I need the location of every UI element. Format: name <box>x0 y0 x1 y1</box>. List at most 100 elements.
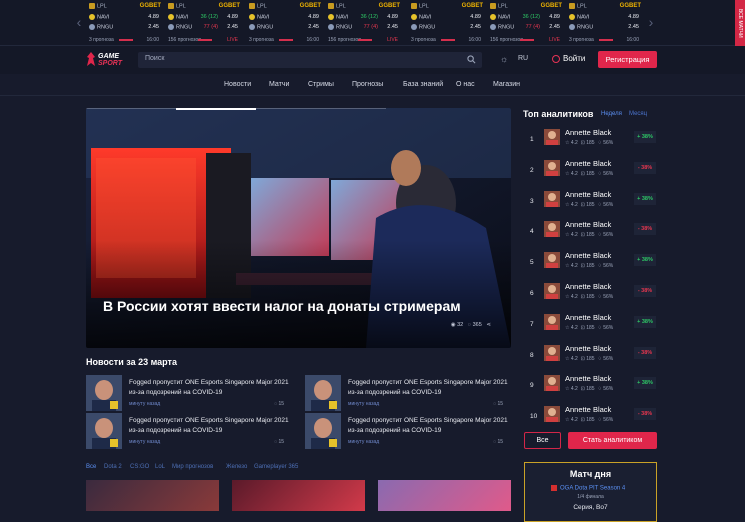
news-item[interactable]: Fogged пропустит ONE Esports Singapore M… <box>86 375 292 411</box>
forecast-count[interactable]: 3 прогноза <box>89 37 114 43</box>
all-matches-tab[interactable]: ВСЕ МАТЧИ <box>735 0 745 46</box>
news-thumbnail[interactable] <box>305 413 341 449</box>
analyst-row[interactable]: 5 Annette Black ☆ 4.2 ⊡ 185 ♢ 56% + 38% <box>524 249 657 276</box>
avatar[interactable] <box>544 313 560 330</box>
analyst-row[interactable]: 1 Annette Black ☆ 4.2 ⊡ 185 ♢ 56% + 38% <box>524 126 657 153</box>
card-image-2[interactable] <box>232 480 365 511</box>
match-card[interactable]: LPL GGBET NAVI 36 (12) 4.89 RNGU 77 (4) 2.45 156… <box>326 2 402 44</box>
analyst-name[interactable]: Annette Black <box>565 159 611 168</box>
tab-month[interactable]: Месяц <box>629 111 647 117</box>
analyst-row[interactable]: 7 Annette Black ☆ 4.2 ⊡ 185 ♢ 56% + 38% <box>524 311 657 338</box>
language-selector[interactable]: RU <box>518 55 528 62</box>
avatar[interactable] <box>544 159 560 176</box>
avatar[interactable] <box>544 406 560 423</box>
analyst-row[interactable]: 8 Annette Black ☆ 4.2 ⊡ 185 ♢ 56% - 38% <box>524 342 657 369</box>
forecast-count[interactable]: 156 прогнозов <box>490 37 523 43</box>
tab-hardware[interactable]: Железо <box>226 464 247 470</box>
card-image-3[interactable] <box>378 480 511 511</box>
analyst-name[interactable]: Annette Black <box>565 128 611 137</box>
bookmaker-logo[interactable]: GGBET <box>219 3 240 9</box>
tab-dota[interactable]: Dota 2 <box>104 464 122 470</box>
analyst-name[interactable]: Annette Black <box>565 405 611 414</box>
tab-lol[interactable]: LoL <box>155 464 165 470</box>
news-thumbnail[interactable] <box>86 413 122 449</box>
match-card[interactable]: LPL GGBET NAVI 4.89 RNGU 2.45 3 прогноза 16:00 <box>87 2 163 44</box>
analyst-row[interactable]: 4 Annette Black ☆ 4.2 ⊡ 185 ♢ 56% - 38% <box>524 218 657 245</box>
analyst-name[interactable]: Annette Black <box>565 220 611 229</box>
all-analysts-button[interactable]: Все <box>524 432 561 449</box>
match-card[interactable]: LPL GGBET NAVI 4.89 RNGU 2.45 3 прогноза 16:00 <box>409 2 485 44</box>
forecast-count[interactable]: 156 прогнозов <box>168 37 201 43</box>
nav-predictions[interactable]: Прогнозы <box>352 81 383 88</box>
forecast-count[interactable]: 3 прогноза <box>411 37 436 43</box>
ticker-next-icon[interactable]: › <box>646 14 656 30</box>
avatar[interactable] <box>544 252 560 269</box>
news-title[interactable]: Fogged пропустит ONE Esports Singapore M… <box>129 378 294 397</box>
nav-about[interactable]: О нас <box>456 81 475 88</box>
card-image-1[interactable] <box>86 480 219 511</box>
bookmaker-logo[interactable]: GGBET <box>620 3 641 9</box>
bookmaker-logo[interactable]: GGBET <box>300 3 321 9</box>
analyst-row[interactable]: 9 Annette Black ☆ 4.2 ⊡ 185 ♢ 56% + 38% <box>524 372 657 399</box>
team-odd[interactable]: 2.45 <box>549 24 560 30</box>
bookmaker-logo[interactable]: GGBET <box>462 3 483 9</box>
match-day-tournament[interactable]: OGA Dota PIT Season 4 <box>551 485 625 492</box>
team-odd[interactable]: 4.89 <box>470 14 481 20</box>
team-odd[interactable]: 4.89 <box>308 14 319 20</box>
nav-streams[interactable]: Стримы <box>308 81 334 88</box>
nav-matches[interactable]: Матчи <box>269 81 289 88</box>
login-button[interactable]: Войти <box>552 54 585 63</box>
news-thumbnail[interactable] <box>305 375 341 411</box>
tab-week[interactable]: Неделя <box>601 111 622 117</box>
avatar[interactable] <box>544 190 560 207</box>
news-title[interactable]: Fogged пропустит ONE Esports Singapore M… <box>348 416 513 435</box>
tab-all[interactable]: Все <box>86 464 96 470</box>
team-odd[interactable]: 2.45 <box>628 24 639 30</box>
avatar[interactable] <box>544 221 560 238</box>
bookmaker-logo[interactable]: GGBET <box>379 3 400 9</box>
forecast-count[interactable]: 3 прогноза <box>569 37 594 43</box>
team-odd[interactable]: 4.89 <box>227 14 238 20</box>
nav-knowledge[interactable]: База знаний <box>403 81 443 88</box>
nav-shop[interactable]: Магазин <box>493 81 520 88</box>
analyst-name[interactable]: Annette Black <box>565 344 611 353</box>
avatar[interactable] <box>544 375 560 392</box>
team-odd[interactable]: 2.45 <box>308 24 319 30</box>
news-title[interactable]: Fogged пропустит ONE Esports Singapore M… <box>129 416 294 435</box>
tab-csgo[interactable]: CS:GO <box>130 464 149 470</box>
news-title[interactable]: Fogged пропустит ONE Esports Singapore M… <box>348 378 513 397</box>
team-odd[interactable]: 2.45 <box>470 24 481 30</box>
theme-toggle-icon[interactable]: ☼ <box>500 54 508 64</box>
hero-title[interactable]: В России хотят ввести налог на донаты ст… <box>103 298 503 314</box>
match-card[interactable]: LPL GGBET NAVI 4.89 RNGU 2.45 3 прогноза 16:00 <box>247 2 323 44</box>
analyst-row[interactable]: 6 Annette Black ☆ 4.2 ⊡ 185 ♢ 56% - 38% <box>524 280 657 307</box>
news-thumbnail[interactable] <box>86 375 122 411</box>
team-odd[interactable]: 4.89 <box>549 14 560 20</box>
analyst-name[interactable]: Annette Black <box>565 313 611 322</box>
forecast-count[interactable]: 3 прогноза <box>249 37 274 43</box>
team-odd[interactable]: 4.89 <box>148 14 159 20</box>
tab-gameplayer[interactable]: Gameplayer 365 <box>254 464 298 470</box>
team-odd[interactable]: 2.45 <box>227 24 238 30</box>
avatar[interactable] <box>544 129 560 145</box>
team-odd[interactable]: 4.89 <box>628 14 639 20</box>
analyst-row[interactable]: 10 Annette Black ☆ 4.2 ⊡ 185 ♢ 56% - 38% <box>524 403 657 430</box>
match-card[interactable]: LPL GGBET NAVI 36 (12) 4.89 RNGU 77 (4) 2.45 156… <box>166 2 242 44</box>
nav-news[interactable]: Новости <box>224 81 251 88</box>
team-odd[interactable]: 2.45 <box>387 24 398 30</box>
analyst-name[interactable]: Annette Black <box>565 190 611 199</box>
site-logo[interactable]: GAME SPORT <box>86 52 128 68</box>
match-card[interactable]: LPL GGBET NAVI 4.89 RNGU 2.45 3 прогноза 16:00 <box>567 2 643 44</box>
forecast-count[interactable]: 156 прогнозов <box>328 37 361 43</box>
news-item[interactable]: Fogged пропустит ONE Esports Singapore M… <box>305 375 511 411</box>
bookmaker-logo[interactable]: GGBET <box>140 3 161 9</box>
analyst-name[interactable]: Annette Black <box>565 282 611 291</box>
hero-banner[interactable]: В России хотят ввести налог на донаты ст… <box>86 108 511 348</box>
search-icon[interactable] <box>467 55 476 64</box>
bookmaker-logo[interactable]: GGBET <box>541 3 562 9</box>
slider-progress[interactable] <box>86 108 386 110</box>
team-odd[interactable]: 4.89 <box>387 14 398 20</box>
become-analyst-button[interactable]: Стать аналитиком <box>568 432 657 449</box>
news-item[interactable]: Fogged пропустит ONE Esports Singapore M… <box>305 413 511 449</box>
share-icon[interactable]: ⋖ <box>486 322 491 328</box>
